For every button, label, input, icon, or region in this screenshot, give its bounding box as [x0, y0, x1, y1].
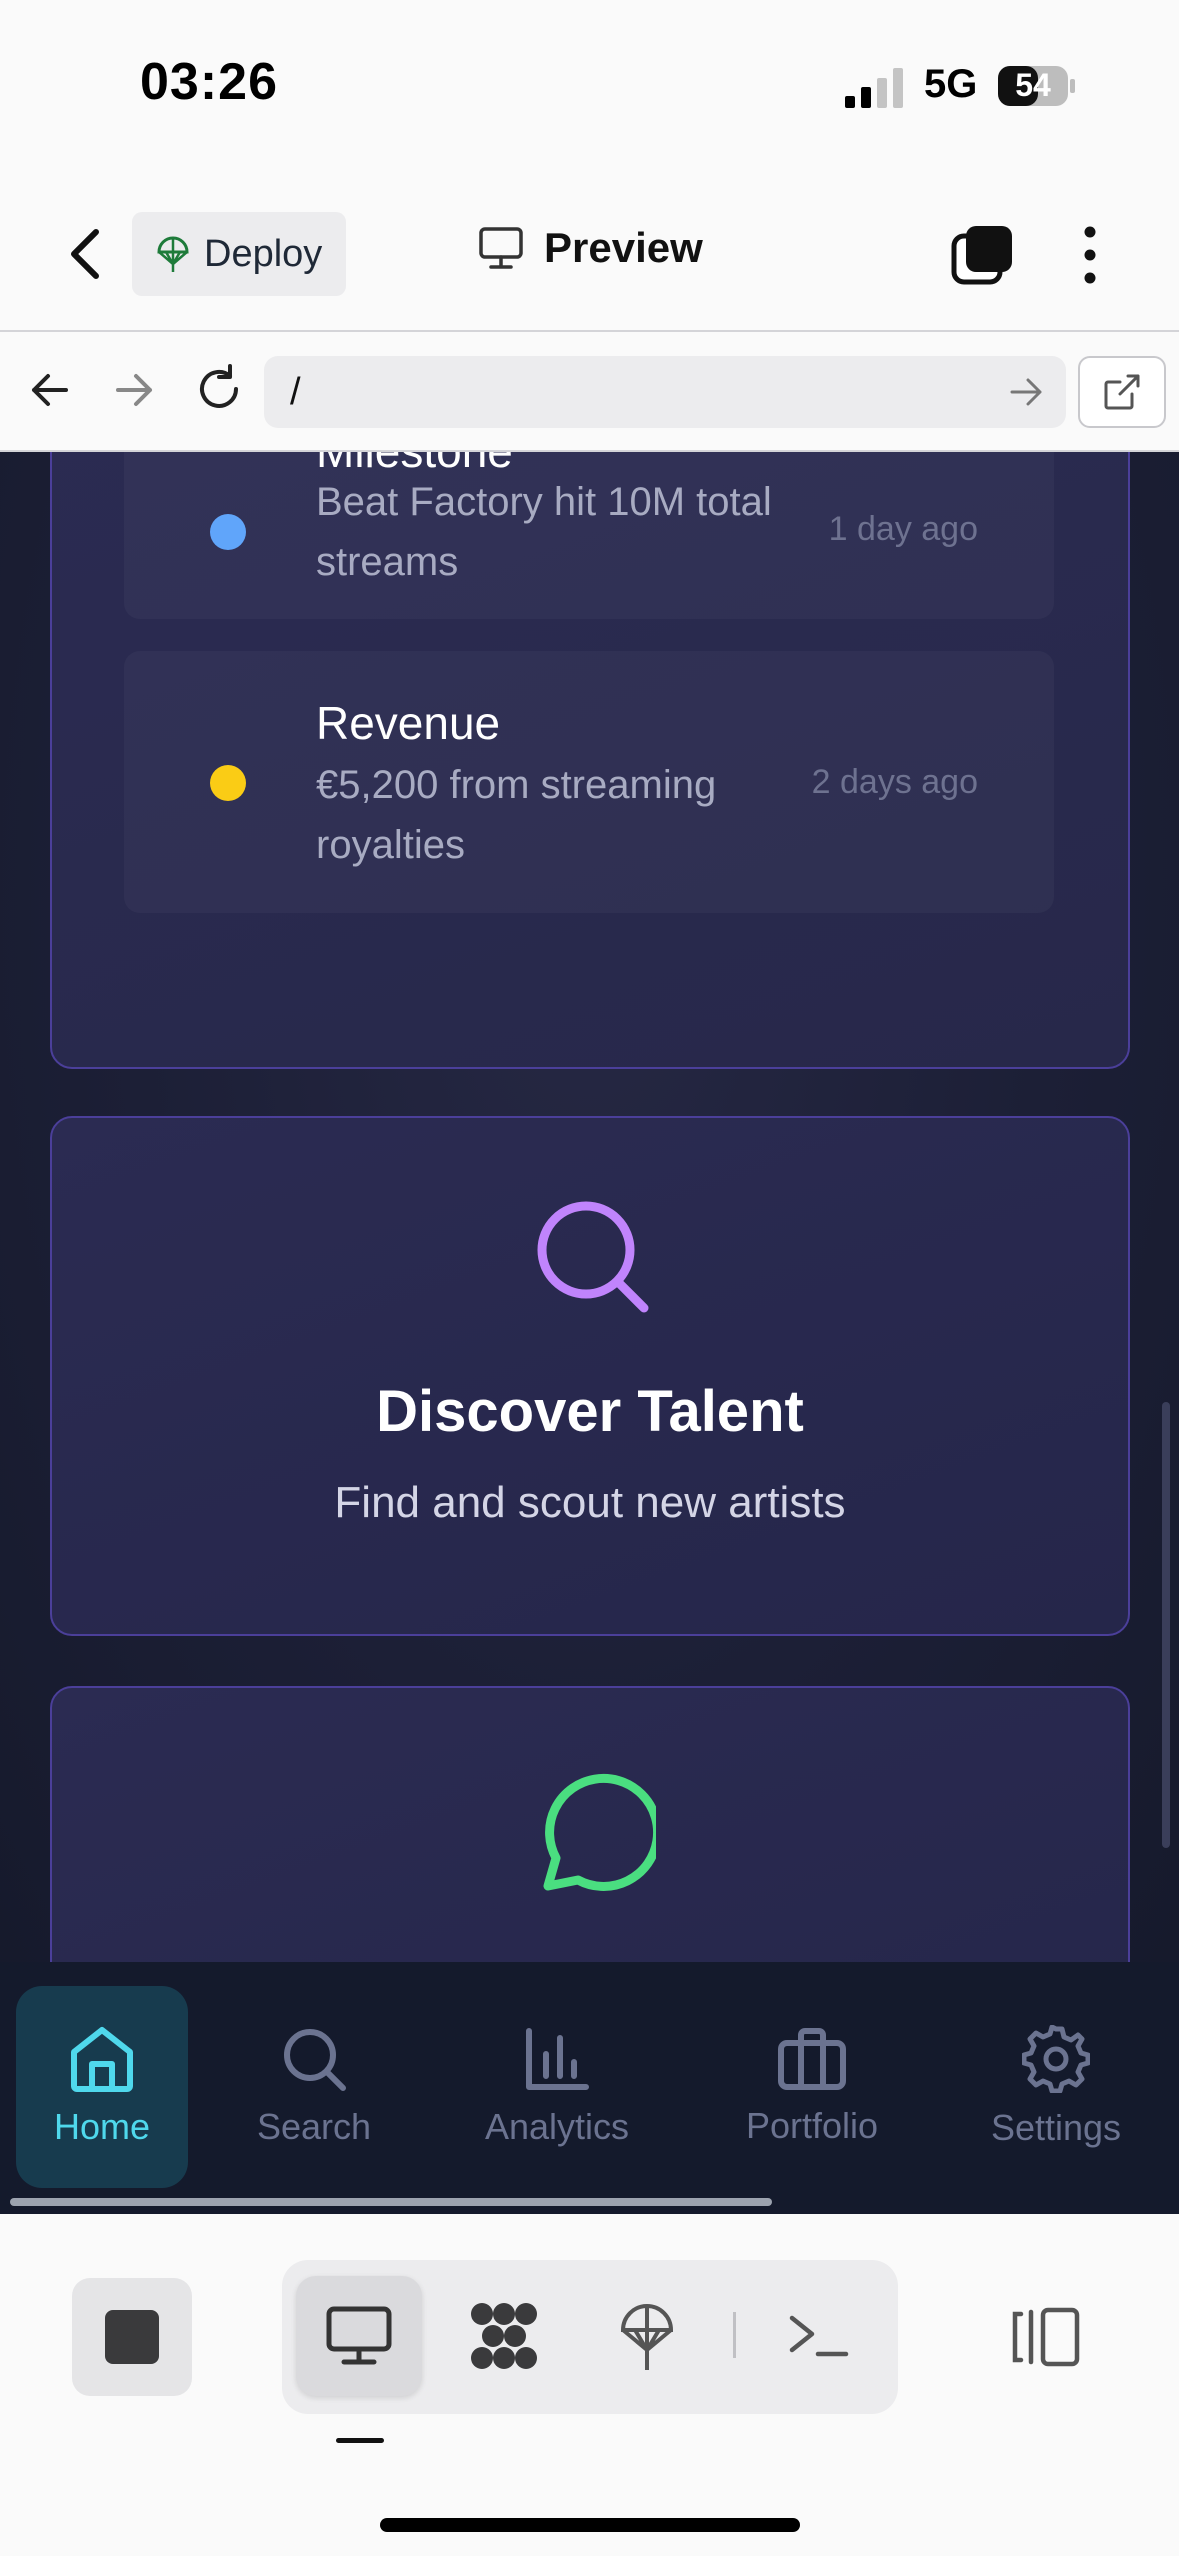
activity-dot: [210, 514, 246, 550]
recent-activity-panel: Milestone Beat Factory hit 10M total str…: [50, 452, 1130, 1069]
stop-button[interactable]: [72, 2278, 192, 2396]
card-subtitle: Find and scout new artists: [334, 1478, 846, 1527]
preview-view-button[interactable]: [319, 2296, 399, 2376]
arrow-left-icon[interactable]: [26, 366, 74, 414]
tabs-icon[interactable]: [950, 222, 1016, 288]
swirl-icon: [471, 2303, 537, 2369]
active-view-indicator: [336, 2438, 384, 2443]
activity-time: 1 day ago: [828, 510, 978, 548]
activity-description: €5,200 from streaming royalties: [316, 763, 717, 867]
nav-item-search[interactable]: Search: [234, 1986, 394, 2188]
deploy-icon: [620, 2304, 674, 2370]
layout-toggle-button[interactable]: [1006, 2296, 1086, 2376]
activity-description: Beat Factory hit 10M total streams: [316, 480, 772, 584]
message-circle-icon: [543, 1774, 656, 1891]
bar-chart-icon: [526, 2028, 589, 2090]
discover-talent-card[interactable]: Discover Talent Find and scout new artis…: [50, 1116, 1130, 1636]
nav-label: Analytics: [484, 2106, 630, 2147]
go-arrow-icon[interactable]: [1006, 374, 1046, 410]
battery-level: 54: [1015, 67, 1051, 103]
horizontal-scrollbar[interactable]: [10, 2198, 772, 2206]
search-icon: [537, 1201, 649, 1313]
replit-agent-button[interactable]: [464, 2296, 544, 2376]
monitor-icon: [326, 2306, 392, 2365]
panel-layout-icon: [1012, 2307, 1080, 2367]
more-vertical-icon[interactable]: [1070, 222, 1110, 288]
activity-item[interactable]: Milestone Beat Factory hit 10M total str…: [124, 452, 1054, 619]
external-link-icon: [1104, 374, 1140, 410]
activity-time: 2 days ago: [811, 763, 978, 801]
nav-item-analytics[interactable]: Analytics: [464, 1986, 650, 2188]
home-icon: [71, 2027, 133, 2092]
arrow-right-icon[interactable]: [110, 366, 158, 414]
deploy-view-button[interactable]: [607, 2296, 687, 2376]
gear-icon: [1022, 2025, 1090, 2093]
preview-label: Preview: [544, 224, 703, 271]
url-input[interactable]: /: [264, 356, 1066, 428]
deploy-button[interactable]: Deploy: [132, 212, 346, 296]
monitor-icon: [479, 227, 523, 269]
nav-item-portfolio[interactable]: Portfolio: [722, 1986, 902, 2188]
nav-item-home[interactable]: Home: [16, 1986, 188, 2188]
preview-title[interactable]: Preview: [478, 224, 703, 272]
toolbar-divider: [733, 2312, 736, 2358]
stop-icon: [105, 2310, 159, 2364]
deploy-icon: [157, 236, 189, 272]
nav-label: Search: [256, 2106, 372, 2147]
activity-title: Revenue: [316, 697, 501, 749]
home-indicator[interactable]: [380, 2518, 800, 2532]
web-content: Milestone Beat Factory hit 10M total str…: [0, 452, 1179, 1962]
vertical-scrollbar[interactable]: [1162, 1402, 1170, 1848]
signal-icon: [845, 68, 903, 108]
messages-card[interactable]: [50, 1686, 1130, 1962]
nav-label: Portfolio: [745, 2105, 879, 2146]
shell-view-button[interactable]: [778, 2296, 858, 2376]
activity-item[interactable]: Revenue €5,200 from streaming royalties …: [124, 651, 1054, 913]
back-chevron-icon[interactable]: [58, 222, 114, 286]
activity-dot: [210, 765, 246, 801]
reload-icon[interactable]: [192, 362, 246, 416]
card-title: Discover Talent: [376, 1379, 804, 1444]
status-time: 03:26: [140, 53, 278, 111]
terminal-icon: [789, 2315, 849, 2357]
search-icon: [284, 2029, 346, 2091]
battery-icon: 54: [998, 66, 1076, 106]
network-type: 5G: [924, 62, 978, 106]
nav-item-settings[interactable]: Settings: [968, 1986, 1144, 2188]
nav-label: Home: [53, 2106, 151, 2147]
briefcase-icon: [778, 2028, 846, 2090]
deploy-label: Deploy: [204, 232, 323, 275]
open-external-button[interactable]: [1078, 356, 1166, 428]
nav-label: Settings: [990, 2107, 1122, 2148]
